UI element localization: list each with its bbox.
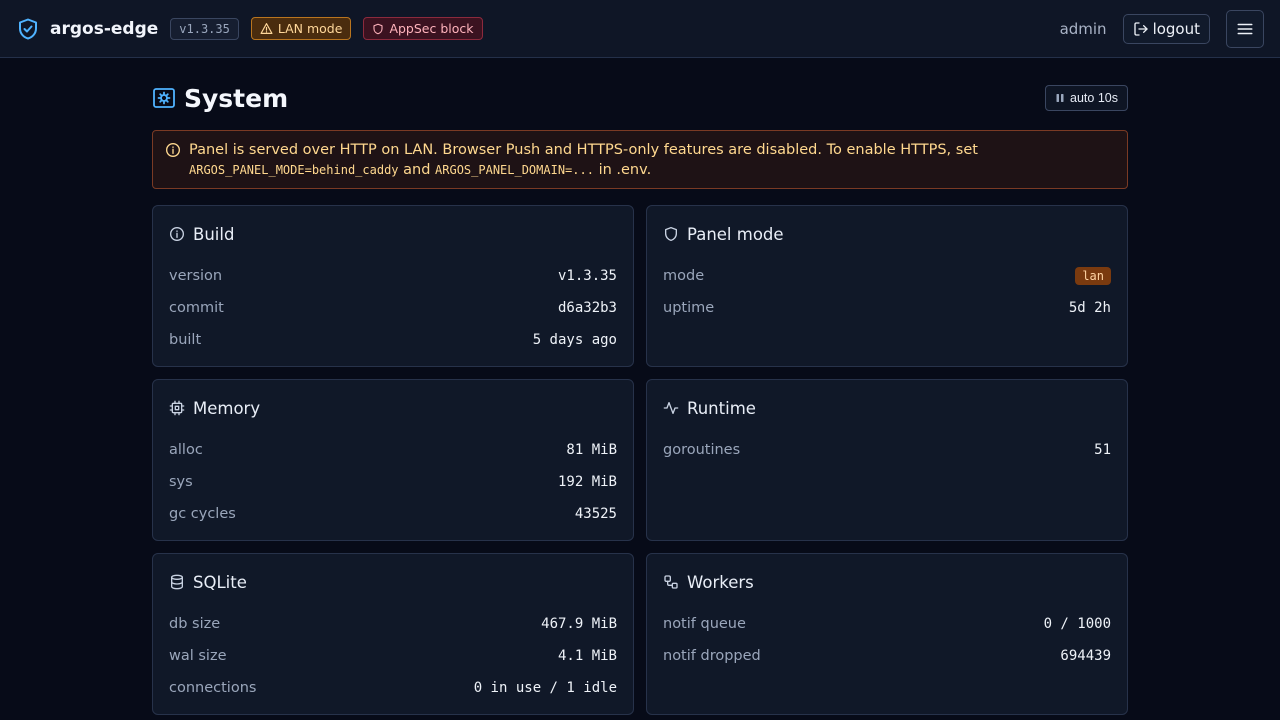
top-bar: argos-edge v1.3.35 LAN mode AppSec block… <box>0 0 1280 58</box>
memory-row-sys: sys 192 MiB <box>169 474 617 490</box>
logout-button[interactable]: logout <box>1122 13 1210 44</box>
pause-icon <box>1055 93 1065 103</box>
workers-card-title: Workers <box>687 572 754 592</box>
panel-mode-row-uptime: uptime 5d 2h <box>663 300 1111 316</box>
memory-row-alloc: alloc 81 MiB <box>169 442 617 458</box>
auto-refresh-label: auto 10s <box>1070 91 1118 105</box>
memory-row-gc-cycles: gc cycles 43525 <box>169 506 617 522</box>
database-icon <box>169 574 185 590</box>
build-row-version: version v1.3.35 <box>169 268 617 284</box>
sqlite-row-db-size: db size 467.9 MiB <box>169 616 617 632</box>
shield-check-icon <box>16 17 40 41</box>
activity-pulse-icon <box>663 400 679 416</box>
appsec-label: AppSec block <box>389 21 474 36</box>
sqlite-row-connections: connections 0 in use / 1 idle <box>169 680 617 696</box>
http-warning-alert: Panel is served over HTTP on LAN. Browse… <box>152 130 1128 189</box>
logout-icon <box>1133 21 1149 37</box>
runtime-row-goroutines: goroutines 51 <box>663 442 1111 458</box>
build-row-built: built 5 days ago <box>169 332 617 348</box>
alert-code-domain: ARGOS_PANEL_DOMAIN=... <box>435 163 594 177</box>
info-circle-icon <box>169 226 185 242</box>
shield-icon <box>663 226 679 242</box>
logout-label: logout <box>1152 19 1200 38</box>
mode-badge: lan <box>1075 267 1111 285</box>
sqlite-row-wal-size: wal size 4.1 MiB <box>169 648 617 664</box>
page-header: System auto 10s <box>152 83 1128 113</box>
auto-refresh-button[interactable]: auto 10s <box>1045 85 1128 111</box>
menu-button[interactable] <box>1226 9 1264 48</box>
hamburger-menu-icon <box>1236 20 1254 38</box>
lan-mode-badge: LAN mode <box>250 17 352 40</box>
info-circle-icon <box>165 142 181 158</box>
memory-card-title: Memory <box>193 398 261 418</box>
warning-triangle-icon <box>260 22 273 35</box>
lan-mode-label: LAN mode <box>277 21 343 36</box>
version-badge: v1.3.35 <box>170 17 239 40</box>
settings-gear-icon <box>152 86 176 110</box>
user-name: admin <box>1059 19 1107 38</box>
cpu-chip-icon <box>169 400 185 416</box>
build-card: Build version v1.3.35 commit d6a32b3 bui… <box>152 205 634 367</box>
appsec-badge: AppSec block <box>363 17 483 40</box>
runtime-card: Runtime goroutines 51 <box>646 379 1128 541</box>
workflow-icon <box>663 574 679 590</box>
shield-icon <box>372 23 384 35</box>
alert-text: Panel is served over HTTP on LAN. Browse… <box>189 142 978 178</box>
workers-row-notif-queue: notif queue 0 / 1000 <box>663 616 1111 632</box>
runtime-card-title: Runtime <box>687 398 756 418</box>
workers-card: Workers notif queue 0 / 1000 notif dropp… <box>646 553 1128 715</box>
panel-mode-card-title: Panel mode <box>687 224 784 244</box>
workers-row-notif-dropped: notif dropped 694439 <box>663 648 1111 664</box>
brand-name[interactable]: argos-edge <box>50 19 158 39</box>
panel-mode-card: Panel mode mode lan uptime 5d 2h <box>646 205 1128 367</box>
panel-mode-row-mode: mode lan <box>663 260 1111 292</box>
memory-card: Memory alloc 81 MiB sys 192 MiB gc cycle… <box>152 379 634 541</box>
build-row-commit: commit d6a32b3 <box>169 300 617 316</box>
sqlite-card: SQLite db size 467.9 MiB wal size 4.1 Mi… <box>152 553 634 715</box>
sqlite-card-title: SQLite <box>193 572 247 592</box>
alert-code-mode: ARGOS_PANEL_MODE=behind_caddy <box>189 163 399 177</box>
page-title: System <box>184 83 289 113</box>
build-card-title: Build <box>193 224 235 244</box>
